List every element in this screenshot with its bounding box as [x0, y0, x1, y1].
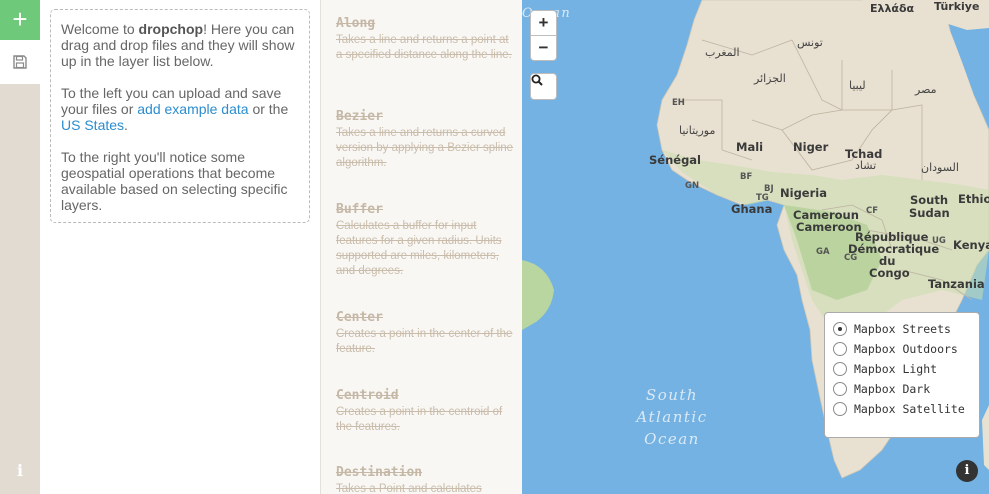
label-senegal: Sénégal [649, 153, 702, 167]
operation-destination[interactable]: Destination Takes a Point and calculates [336, 465, 516, 494]
label-tanzania: Tanzania [928, 277, 985, 291]
basemap-label: Mapbox Outdoors [854, 342, 958, 356]
label-greece: Ελλάδα [870, 2, 915, 15]
label-congo: CG [844, 253, 858, 263]
label-kenya: Kenya [953, 238, 989, 252]
label-uganda: UG [932, 236, 946, 246]
label-turkey: Türkiye [934, 0, 980, 13]
toolbar: + i [0, 0, 40, 494]
operation-bezier[interactable]: Bezier Takes a line and returns a curved… [336, 109, 516, 171]
operation-description: Takes a line and returns a point at a sp… [336, 34, 512, 61]
ocean-label-1: South [645, 386, 699, 404]
basemap-switcher: Mapbox Streets Mapbox Outdoors Mapbox Li… [824, 312, 980, 438]
label-libya: ليبيا [849, 79, 866, 92]
info-icon: i [964, 463, 970, 478]
label-sudan: السودان [921, 161, 959, 174]
label-cameroon: Cameroon [796, 220, 862, 234]
label-tunisia: تونس [797, 36, 823, 49]
ocean-label-2: Atlantic [636, 408, 708, 426]
basemap-option[interactable]: Mapbox Light [833, 359, 979, 379]
add-layer-button[interactable]: + [0, 0, 40, 40]
label-mali: Mali [736, 140, 764, 154]
operation-title: Buffer [336, 202, 383, 217]
label-western-sahara: EH [672, 98, 685, 108]
add-example-data-link[interactable]: add example data [137, 101, 248, 117]
label-niger: Niger [793, 140, 829, 154]
welcome-text: or the [248, 101, 289, 117]
floppy-disk-icon [13, 55, 27, 69]
operation-along[interactable]: Along Takes a line and returns a point a… [336, 16, 516, 63]
basemap-label: Mapbox Streets [854, 322, 951, 336]
label-chad-ar: تشاد [855, 159, 877, 172]
radio-unselected[interactable] [833, 402, 847, 416]
welcome-paragraph-1: Welcome to dropchop! Here you can drag a… [61, 21, 299, 69]
label-burkina-faso: BF [740, 172, 753, 182]
operations-panel: Along Takes a line and returns a point a… [320, 0, 522, 494]
welcome-message: Welcome to dropchop! Here you can drag a… [50, 9, 310, 223]
operation-centroid[interactable]: Centroid Creates a point in the centroid… [336, 388, 516, 435]
operation-center[interactable]: Center Creates a point in the center of … [336, 310, 516, 357]
label-gabon: GA [816, 247, 830, 257]
label-ethiopia: Ethiop [958, 192, 989, 206]
radio-unselected[interactable] [833, 342, 847, 356]
label-south-sudan-2: Sudan [909, 206, 950, 220]
operation-description: Creates a point in the center of the fea… [336, 328, 513, 355]
operation-description: Takes a Point and calculates [336, 483, 482, 494]
label-algeria: الجزائر [754, 72, 786, 85]
info-icon: i [16, 461, 24, 480]
basemap-option[interactable]: Mapbox Dark [833, 379, 979, 399]
basemap-option[interactable]: Mapbox Streets [833, 319, 979, 339]
save-button[interactable] [0, 40, 40, 84]
plus-icon: + [12, 4, 28, 34]
us-states-link[interactable]: US States [61, 117, 124, 133]
map-search-button[interactable] [530, 73, 557, 100]
label-morocco: المغرب [705, 46, 740, 59]
welcome-paragraph-3: To the right you'll notice some geospati… [61, 149, 288, 213]
operation-title: Destination [336, 465, 423, 480]
label-mauritania: موريتانيا [679, 124, 716, 137]
operation-description: Creates a point in the centroid of the f… [336, 406, 503, 433]
operation-title: Bezier [336, 109, 383, 124]
radio-selected[interactable] [833, 322, 847, 336]
operation-title: Center [336, 310, 383, 325]
zoom-out-button[interactable]: − [530, 35, 557, 61]
radio-unselected[interactable] [833, 362, 847, 376]
label-central-african-rep: CF [866, 206, 879, 216]
madagascar [982, 405, 989, 470]
south-america-edge [522, 260, 554, 330]
operation-buffer[interactable]: Buffer Calculates a buffer for input fea… [336, 202, 516, 279]
brand-name: dropchop [138, 21, 204, 37]
label-ghana: Ghana [731, 202, 773, 216]
welcome-text: Welcome to [61, 21, 139, 37]
label-nigeria: Nigeria [780, 186, 827, 200]
operation-title: Centroid [336, 388, 399, 403]
basemap-label: Mapbox Light [854, 362, 938, 376]
label-south-sudan-1: South [910, 193, 949, 207]
search-icon [531, 74, 543, 86]
basemap-label: Mapbox Satellite [854, 402, 965, 416]
layer-list: Welcome to dropchop! Here you can drag a… [40, 0, 321, 494]
operation-description: Takes a line and returns a curved versio… [336, 127, 514, 169]
basemap-option[interactable]: Mapbox Outdoors [833, 339, 979, 359]
label-drc-4: Congo [869, 266, 910, 280]
radio-unselected[interactable] [833, 382, 847, 396]
operation-description: Calculates a buffer for input features f… [336, 220, 502, 277]
basemap-option[interactable]: Mapbox Satellite [833, 399, 979, 419]
zoom-in-button[interactable]: + [530, 10, 557, 36]
map-view[interactable]: Ocean Ελλάδα Türkiye تونس المغرب الجزائر… [522, 0, 989, 494]
welcome-text: . [124, 117, 128, 133]
operation-title: Along [336, 16, 376, 31]
attribution-button[interactable]: i [956, 460, 978, 482]
label-egypt: مصر [915, 83, 937, 96]
basemap-label: Mapbox Dark [854, 382, 931, 396]
info-button[interactable]: i [0, 456, 40, 486]
welcome-paragraph-2: To the left you can upload and save your… [61, 85, 299, 133]
label-guinea: GN [685, 181, 700, 191]
ocean-label-3: Ocean [644, 430, 700, 448]
